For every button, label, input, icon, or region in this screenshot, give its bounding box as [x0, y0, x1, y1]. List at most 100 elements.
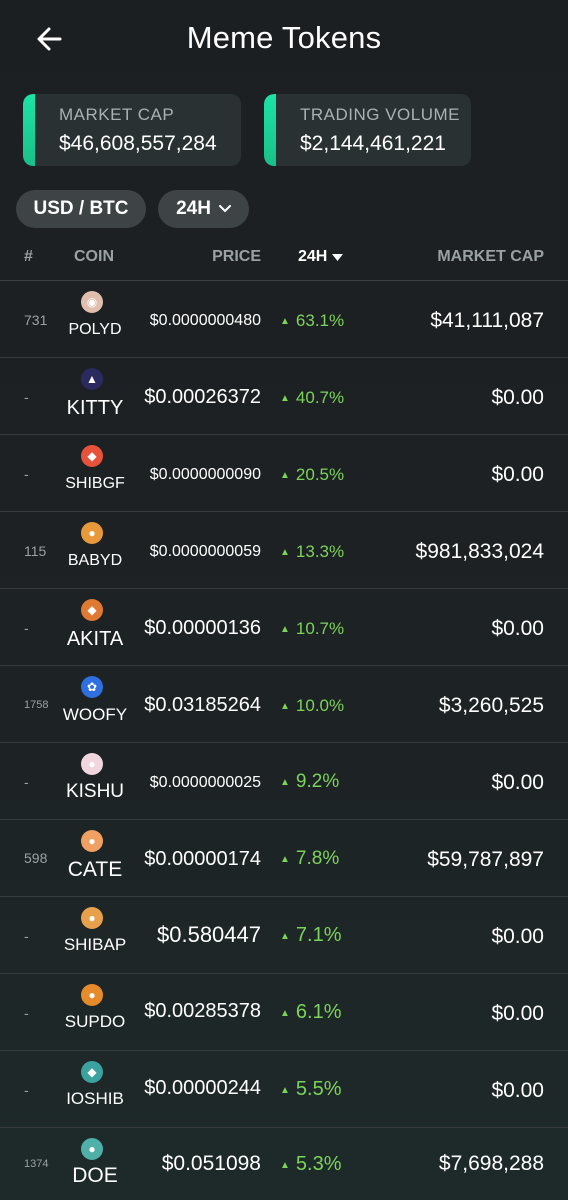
column-header-24h[interactable]: 24H	[298, 248, 344, 266]
row-symbol: WOOFY	[62, 705, 128, 724]
row-change-value: 5.5%	[295, 1078, 342, 1100]
up-arrow-icon: ▲	[280, 470, 290, 481]
row-price: $0.0000000480	[149, 312, 261, 329]
row-price: $0.00000244	[144, 1077, 261, 1099]
row-change: ▲ 7.8%	[280, 848, 339, 870]
table-row[interactable]: - ◆ IOSHIB $0.00000244 ▲ 5.5% $0.00	[0, 1051, 568, 1128]
row-symbol: DOE	[72, 1164, 118, 1187]
currency-toggle-button[interactable]: USD / BTC	[16, 190, 146, 228]
table-row[interactable]: - ▲ KITTY $0.00026372 ▲ 40.7% $0.00	[0, 358, 568, 435]
table-row[interactable]: - ● KISHU $0.0000000025 ▲ 9.2% $0.00	[0, 743, 568, 820]
row-rank: -	[24, 1005, 29, 1021]
column-header-24h-label: 24H	[298, 248, 328, 265]
kishu-icon: ●	[81, 753, 103, 775]
row-market-cap: $0.00	[491, 1079, 544, 1102]
row-change: ▲ 40.7%	[280, 388, 344, 408]
up-arrow-icon: ▲	[280, 1085, 290, 1096]
row-price: $0.00000174	[144, 848, 261, 870]
row-change: ▲ 13.3%	[280, 542, 344, 562]
column-header-coin[interactable]: COIN	[74, 248, 114, 266]
row-change-value: 7.1%	[295, 924, 342, 946]
table-row[interactable]: - ◆ AKITA $0.00000136 ▲ 10.7% $0.00	[0, 589, 568, 666]
row-change-value: 7.8%	[295, 848, 340, 869]
row-market-cap: $0.00	[491, 617, 544, 640]
row-symbol: CATE	[67, 858, 123, 881]
table-row[interactable]: - ● SHIBAP $0.580447 ▲ 7.1% $0.00	[0, 897, 568, 974]
card-accent	[23, 94, 35, 166]
chevron-down-icon	[218, 205, 231, 213]
row-change-value: 13.3%	[295, 542, 345, 561]
page-title: Meme Tokens	[186, 20, 382, 55]
trading-volume-card: TRADING VOLUME $2,144,461,221	[264, 94, 471, 166]
row-rank: -	[24, 774, 29, 790]
row-change-value: 20.5%	[295, 465, 345, 484]
row-price: $0.00026372	[144, 386, 261, 408]
row-change-value: 40.7%	[295, 388, 345, 407]
row-change: ▲ 10.7%	[280, 619, 344, 639]
row-symbol: SHIBGF	[65, 475, 125, 492]
poly-doge-icon: ◉	[81, 291, 103, 313]
row-rank: -	[24, 1082, 29, 1098]
row-price: $0.00285378	[144, 1000, 261, 1022]
up-arrow-icon: ▲	[280, 624, 290, 635]
market-cap-label: MARKET CAP	[59, 105, 175, 124]
row-price: $0.0000000090	[149, 466, 261, 483]
sort-desc-icon	[332, 253, 344, 261]
row-symbol: KITTY	[66, 397, 124, 419]
column-header-market-cap[interactable]: MARKET CAP	[437, 248, 544, 266]
baby-doge-icon: ●	[81, 522, 103, 544]
row-change: ▲ 5.3%	[280, 1153, 342, 1176]
market-cap-value: $46,608,557,284	[59, 132, 217, 155]
row-rank: -	[24, 389, 29, 405]
row-change: ▲ 10.0%	[280, 696, 344, 716]
row-market-cap: $0.00	[491, 771, 544, 794]
row-price: $0.00000136	[144, 617, 261, 639]
up-arrow-icon: ▲	[280, 1160, 290, 1171]
column-header-rank[interactable]: #	[24, 248, 33, 266]
column-header-price[interactable]: PRICE	[212, 248, 261, 266]
row-change-value: 10.0%	[295, 696, 345, 715]
row-change: ▲ 20.5%	[280, 465, 344, 485]
row-symbol: BABYD	[67, 552, 123, 569]
row-price: $0.0000000025	[149, 774, 261, 791]
row-change: ▲ 7.1%	[280, 924, 342, 947]
row-change-value: 5.3%	[295, 1153, 342, 1175]
trading-volume-value: $2,144,461,221	[300, 132, 446, 155]
period-dropdown[interactable]: 24H	[158, 190, 249, 228]
row-market-cap: $0.00	[491, 1002, 544, 1025]
row-symbol: POLYD	[68, 321, 122, 338]
period-dropdown-label: 24H	[176, 198, 211, 219]
card-accent	[264, 94, 276, 166]
table-row[interactable]: 598 ● CATE $0.00000174 ▲ 7.8% $59,787,897	[0, 820, 568, 897]
table-row[interactable]: 1758 ✿ WOOFY $0.03185264 ▲ 10.0% $3,260,5…	[0, 666, 568, 743]
row-symbol: IOSHIB	[66, 1089, 124, 1108]
row-rank: -	[24, 466, 29, 482]
row-market-cap: $59,787,897	[427, 848, 544, 871]
row-change-value: 6.1%	[295, 1001, 342, 1023]
up-arrow-icon: ▲	[280, 701, 290, 712]
shibap-icon: ●	[81, 907, 103, 929]
row-change-value: 10.7%	[295, 619, 345, 638]
row-price: $0.580447	[157, 922, 261, 947]
row-symbol: KISHU	[65, 781, 125, 802]
row-rank: -	[24, 620, 29, 636]
row-symbol: SHIBAP	[63, 935, 127, 954]
table-row[interactable]: 731 ◉ POLYD $0.0000000480 ▲ 63.1% $41,111…	[0, 281, 568, 358]
row-symbol: SUPDO	[64, 1012, 126, 1031]
app-header: Meme Tokens	[0, 0, 568, 78]
up-arrow-icon: ▲	[280, 931, 290, 942]
currency-toggle-label: USD / BTC	[33, 198, 129, 219]
table-row[interactable]: 115 ● BABYD $0.0000000059 ▲ 13.3% $981,83…	[0, 512, 568, 589]
paw-icon: ✿	[81, 676, 103, 698]
table-row[interactable]: 1374 ● DOE $0.051098 ▲ 5.3% $7,698,288	[0, 1128, 568, 1200]
up-arrow-icon: ▲	[280, 316, 290, 327]
table-row[interactable]: - ● SUPDO $0.00285378 ▲ 6.1% $0.00	[0, 974, 568, 1051]
row-price: $0.051098	[161, 1152, 261, 1175]
row-market-cap: $0.00	[491, 463, 544, 486]
row-change: ▲ 6.1%	[280, 1001, 342, 1024]
row-price: $0.0000000059	[149, 543, 261, 560]
table-row[interactable]: - ◆ SHIBGF $0.0000000090 ▲ 20.5% $0.00	[0, 435, 568, 512]
up-arrow-icon: ▲	[280, 777, 290, 788]
row-market-cap: $3,260,525	[438, 694, 544, 717]
row-change: ▲ 63.1%	[280, 311, 344, 331]
